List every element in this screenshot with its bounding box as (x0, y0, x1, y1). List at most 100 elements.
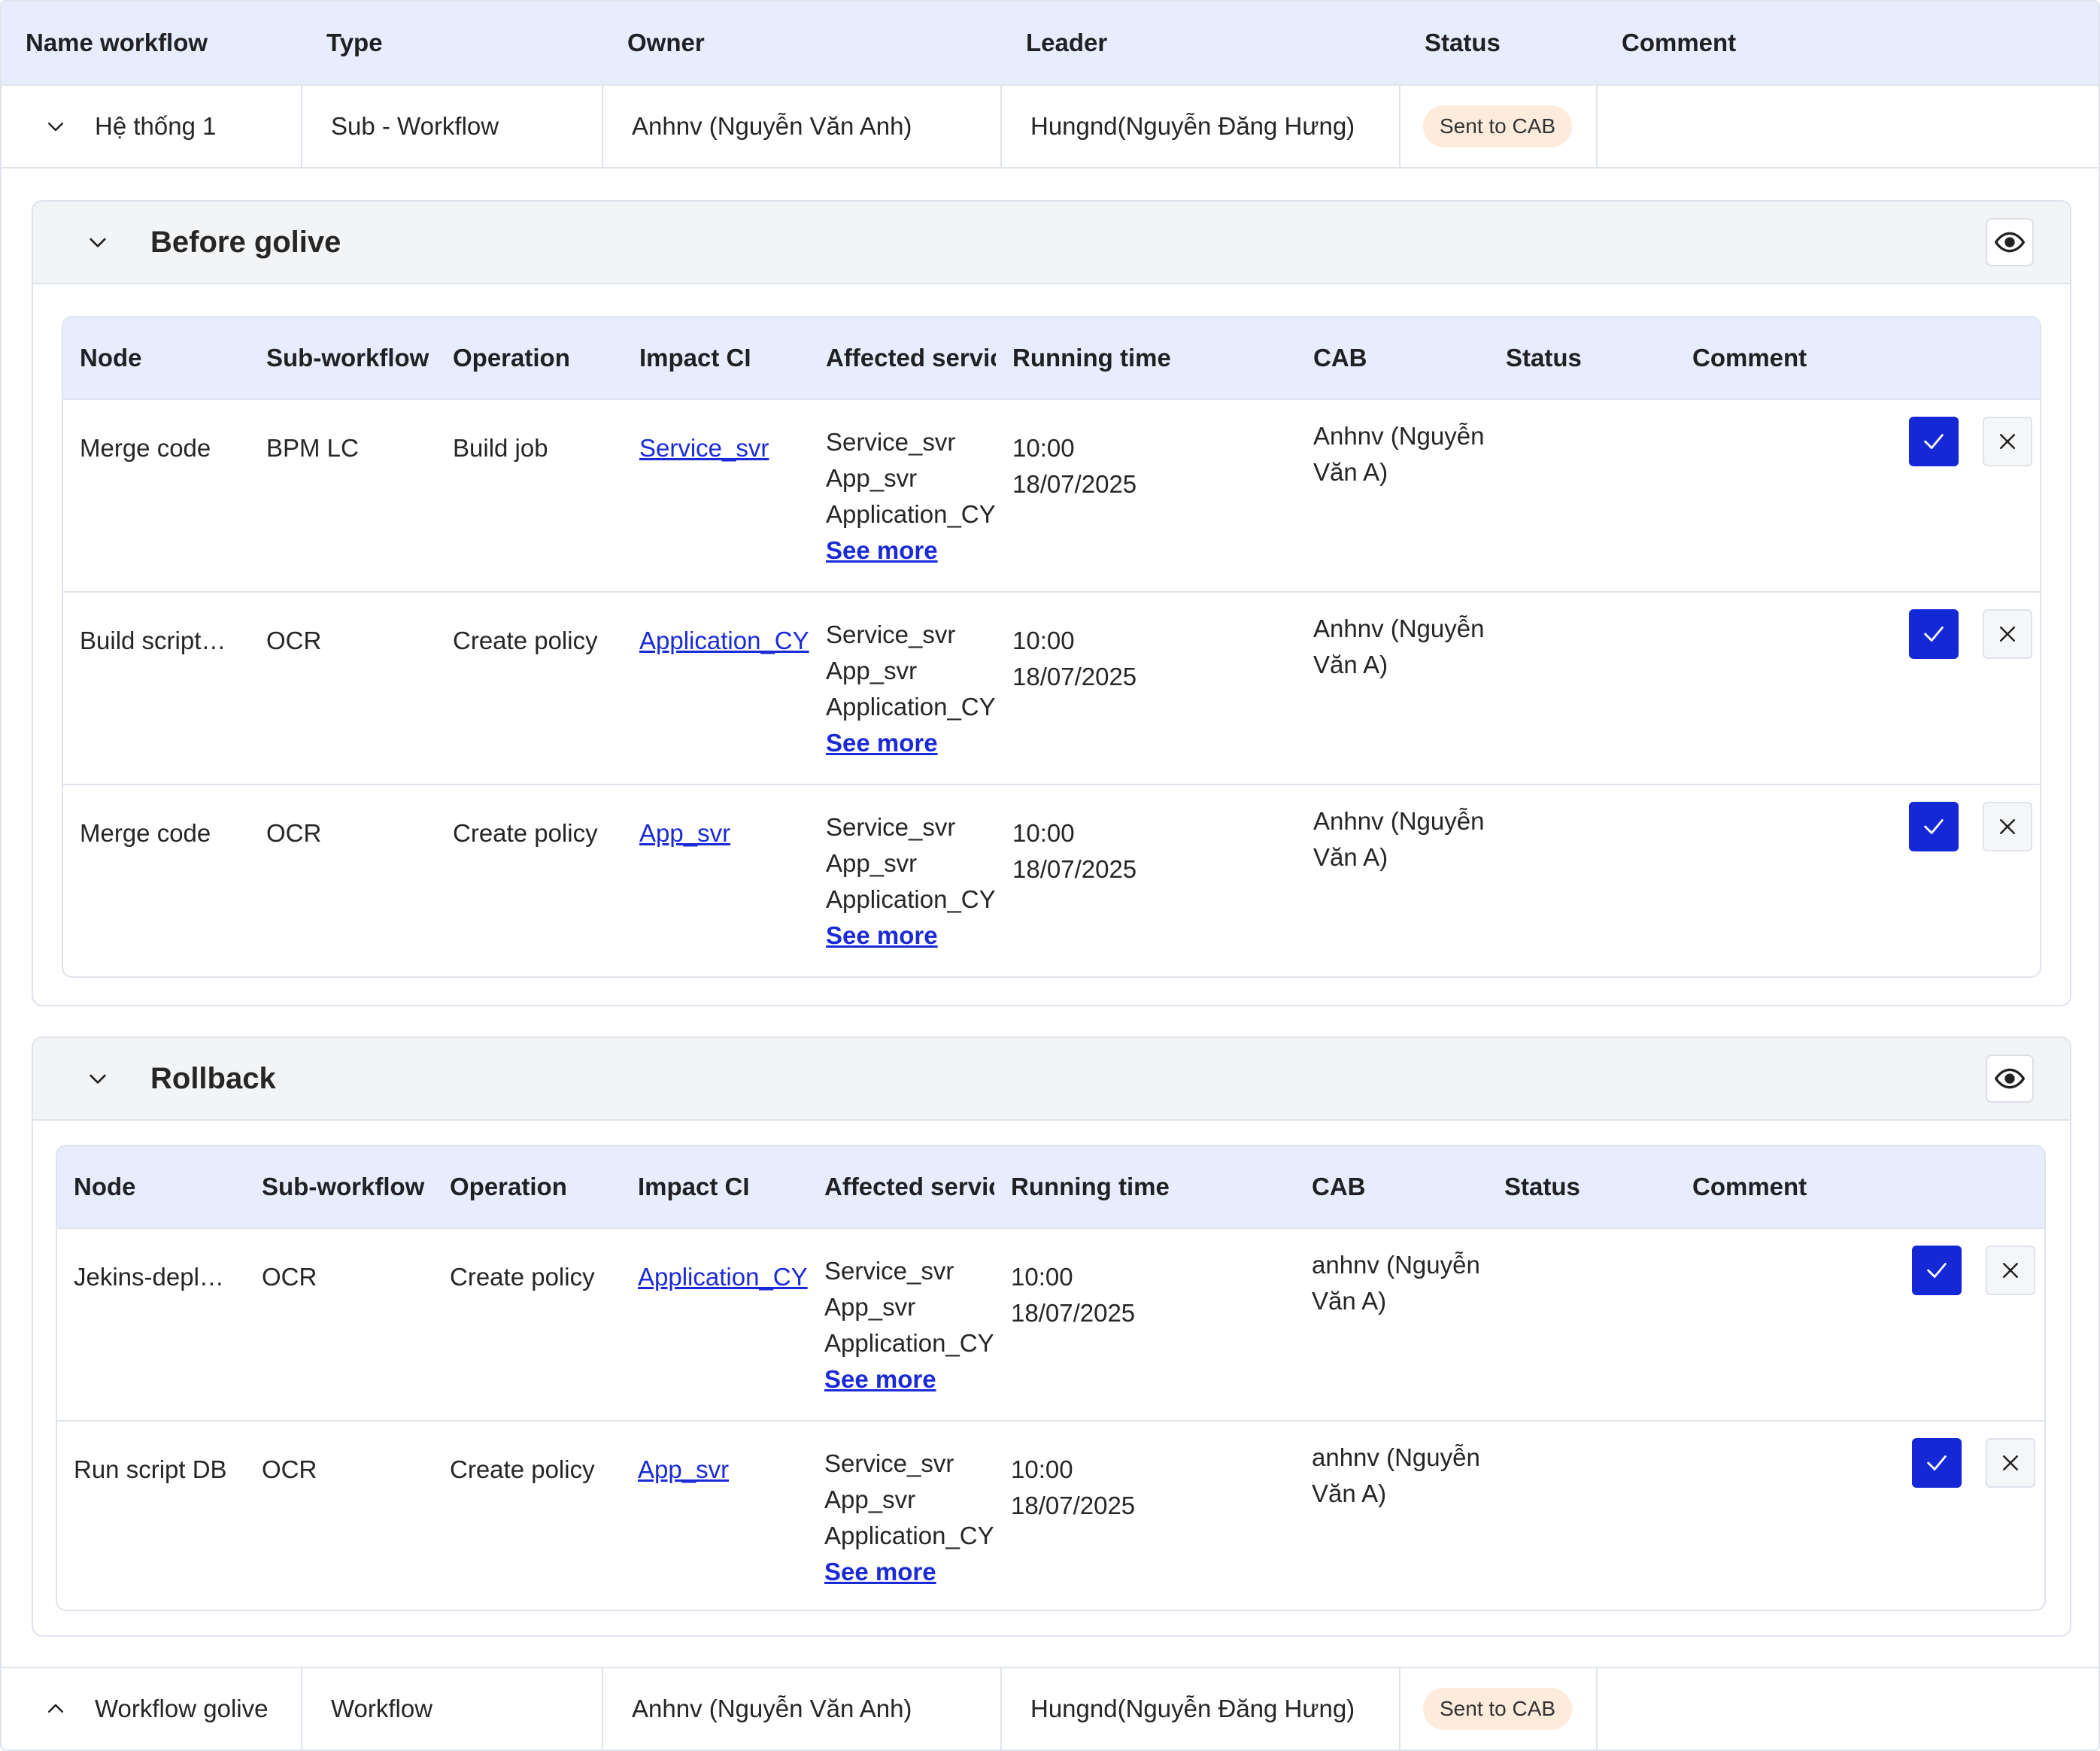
cab-cell: Anhnv (Nguyễn Văn A) (1313, 422, 1485, 486)
affected-service-item: Service_svr (826, 813, 956, 841)
impact-ci-cell: App_svr (623, 785, 809, 976)
running-time: 10:00 (1011, 1263, 1073, 1291)
running-time: 10:00 (1011, 1455, 1073, 1483)
column-header-sub-workflow: Sub-workflow (266, 344, 429, 372)
cab-cell: anhnv (Nguyễn Văn A) (1312, 1251, 1480, 1315)
section-header[interactable]: Before golive (33, 202, 2070, 284)
close-icon (2000, 627, 2015, 642)
section-title: Rollback (150, 1061, 276, 1095)
sub-workflow-cell: OCR (266, 819, 322, 847)
row-actions (1912, 1438, 2035, 1488)
reject-button[interactable] (1983, 609, 2032, 659)
column-header-comment: Comment (1692, 344, 1807, 372)
see-more-link[interactable]: See more (826, 725, 996, 761)
reject-button[interactable] (1983, 417, 2032, 466)
inner-table-header: Node Sub-workflow Operation Impact CI Af… (63, 317, 2040, 400)
running-date: 18/07/2025 (1012, 470, 1137, 498)
workflow-comment (1598, 86, 2098, 167)
approve-button[interactable] (1909, 802, 1959, 851)
impact-ci-link[interactable]: Application_CY (639, 627, 809, 654)
chevron-up-icon[interactable] (41, 1694, 71, 1724)
approve-button[interactable] (1912, 1246, 1962, 1295)
workflow-leader: Hungnd(Nguyễn Đăng Hưng) (1002, 86, 1401, 167)
before-golive-table: Node Sub-workflow Operation Impact CI Af… (62, 316, 2041, 978)
impact-ci-cell: Service_svr (623, 400, 809, 591)
sub-workflow-cell: BPM LC (266, 434, 359, 462)
workflow-comment (1598, 1668, 2098, 1749)
running-time: 10:00 (1012, 819, 1075, 847)
sub-workflow-cell: OCR (262, 1455, 317, 1483)
impact-ci-link[interactable]: App_svr (639, 819, 730, 847)
workflow-name-cell: Hệ thống 1 (2, 86, 302, 167)
section-rollback: Rollback Node Sub-workflow Operation Imp… (32, 1036, 2071, 1637)
status-cell (1488, 1422, 1674, 1610)
workflow-owner: Anhnv (Nguyễn Văn Anh) (603, 86, 1002, 167)
approve-button[interactable] (1912, 1438, 1962, 1488)
column-header-operation: Operation (453, 344, 570, 372)
affected-service-item: App_svr (826, 657, 918, 684)
affected-service-cell: Service_svr App_svr Application_CY See m… (809, 593, 996, 784)
approve-button[interactable] (1909, 609, 1959, 659)
affected-service-cell: Service_svr App_svr Application_CY See m… (809, 400, 996, 591)
running-time-cell: 10:00 18/07/2025 (996, 400, 1297, 591)
running-time-cell: 10:00 18/07/2025 (994, 1422, 1295, 1610)
node-cell: Run script DB (74, 1455, 227, 1483)
see-more-link[interactable]: See more (826, 918, 996, 954)
section-header[interactable]: Rollback (33, 1038, 2070, 1121)
column-header-name-workflow: Name workflow (26, 29, 208, 56)
check-icon (1924, 819, 1944, 834)
status-cell (1489, 785, 1676, 976)
impact-ci-cell: Application_CY (623, 593, 809, 784)
status-cell (1488, 1229, 1674, 1420)
close-icon (2003, 1263, 2018, 1278)
table-row: Jekins-depl… OCR Create policy Applicati… (57, 1229, 2044, 1422)
see-more-link[interactable]: See more (824, 1554, 994, 1590)
node-cell: Jekins-depl… (74, 1263, 224, 1291)
comment-cell (1674, 1229, 1938, 1420)
running-time: 10:00 (1012, 627, 1075, 654)
column-header-status: Status (1506, 344, 1582, 372)
view-button[interactable] (1986, 1055, 2034, 1103)
check-icon (1924, 627, 1944, 642)
column-header-status: Status (1425, 29, 1501, 56)
reject-button[interactable] (1986, 1246, 2035, 1295)
workflow-row[interactable]: Workflow golive Workflow Anhnv (Nguyễn V… (2, 1667, 2098, 1749)
chevron-down-icon[interactable] (41, 111, 71, 141)
eye-icon (1995, 1068, 2025, 1089)
column-header-type: Type (326, 29, 383, 56)
section-before-golive: Before golive Node Sub-workflow Operatio… (32, 200, 2071, 1006)
running-time-cell: 10:00 18/07/2025 (994, 1229, 1295, 1420)
view-button[interactable] (1986, 218, 2034, 266)
see-more-link[interactable]: See more (826, 533, 996, 569)
running-time-cell: 10:00 18/07/2025 (996, 593, 1297, 784)
approve-button[interactable] (1909, 417, 1959, 466)
comment-cell (1676, 593, 1939, 784)
affected-service-item: App_svr (826, 849, 918, 877)
affected-service-item: Application_CY (824, 1522, 994, 1549)
affected-service-cell: Service_svr App_svr Application_CY See m… (808, 1229, 994, 1420)
impact-ci-link[interactable]: Application_CY (638, 1263, 808, 1291)
workflow-row[interactable]: Hệ thống 1 Sub - Workflow Anhnv (Nguyễn … (2, 86, 2098, 168)
row-actions (1912, 1246, 2035, 1295)
workflow-name: Workflow golive (95, 1695, 269, 1722)
node-cell: Merge code (80, 434, 211, 462)
reject-button[interactable] (1983, 802, 2032, 851)
see-more-link[interactable]: See more (824, 1361, 994, 1397)
workflow-status-cell: Sent to CAB (1401, 1668, 1598, 1749)
column-header-impact-ci: Impact CI (638, 1173, 750, 1200)
column-header-operation: Operation (450, 1173, 567, 1200)
workflow-name-cell: Workflow golive (2, 1668, 302, 1749)
affected-service-item: App_svr (824, 1485, 916, 1513)
table-row: Merge code BPM LC Build job Service_svr … (63, 400, 2040, 593)
cab-cell: anhnv (Nguyễn Văn A) (1312, 1443, 1480, 1507)
chevron-down-icon[interactable] (83, 227, 113, 257)
column-header-cab: CAB (1312, 1173, 1366, 1200)
impact-ci-cell: App_svr (621, 1422, 808, 1610)
impact-ci-link[interactable]: App_svr (638, 1455, 729, 1483)
impact-ci-link[interactable]: Service_svr (639, 434, 769, 462)
section-title: Before golive (150, 225, 341, 259)
chevron-down-icon[interactable] (83, 1064, 113, 1094)
status-badge: Sent to CAB (1423, 105, 1573, 147)
reject-button[interactable] (1986, 1438, 2035, 1488)
column-header-status: Status (1504, 1173, 1580, 1200)
